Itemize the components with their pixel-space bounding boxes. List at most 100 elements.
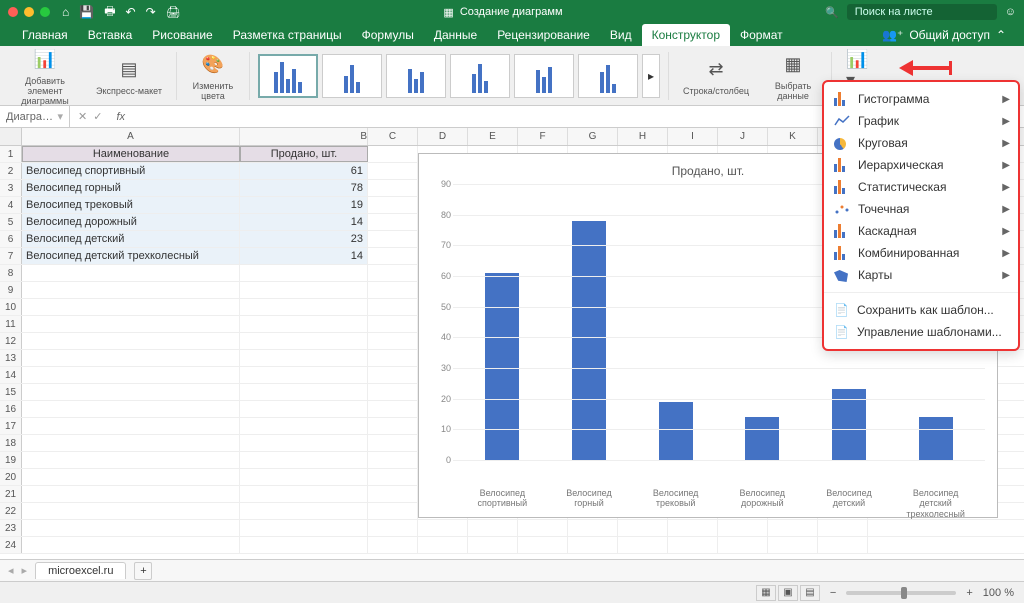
manage-templates-menu-item[interactable]: 📄Управление шаблонами...	[824, 321, 1018, 343]
cell[interactable]	[22, 520, 240, 536]
print-icon[interactable]: 🖶	[104, 2, 115, 23]
cell[interactable]	[240, 316, 368, 332]
chart-bar[interactable]	[572, 221, 606, 460]
cell[interactable]	[240, 367, 368, 383]
chart-type-menu-item[interactable]: Комбинированная▶	[824, 242, 1018, 264]
cell[interactable]	[22, 503, 240, 519]
search-input[interactable]: Поиск на листе	[847, 4, 997, 20]
cell[interactable]	[368, 299, 418, 315]
tab-insert[interactable]: Вставка	[78, 24, 143, 46]
row-header[interactable]: 24	[0, 537, 22, 553]
cell[interactable]	[368, 333, 418, 349]
row-header[interactable]: 7	[0, 248, 22, 264]
row-header[interactable]: 3	[0, 180, 22, 196]
chart-type-menu-item[interactable]: Карты▶	[824, 264, 1018, 286]
chart-type-menu-item[interactable]: Гистограмма▶	[824, 88, 1018, 110]
cell[interactable]	[368, 197, 418, 213]
cell[interactable]	[368, 282, 418, 298]
tab-home[interactable]: Главная	[12, 24, 78, 46]
cell[interactable]	[518, 520, 568, 536]
cell[interactable]	[368, 452, 418, 468]
cell[interactable]	[668, 537, 718, 553]
cell[interactable]	[240, 401, 368, 417]
cell[interactable]	[468, 520, 518, 536]
chart-style-4[interactable]	[450, 54, 510, 98]
zoom-level[interactable]: 100 %	[983, 587, 1014, 599]
chart-type-menu-item[interactable]: Иерархическая▶	[824, 154, 1018, 176]
cell[interactable]	[22, 265, 240, 281]
cell[interactable]	[22, 469, 240, 485]
row-header[interactable]: 8	[0, 265, 22, 281]
row-header[interactable]: 17	[0, 418, 22, 434]
tab-formulas[interactable]: Формулы	[352, 24, 424, 46]
cell[interactable]: Велосипед дорожный	[22, 214, 240, 230]
row-header[interactable]: 14	[0, 367, 22, 383]
cell[interactable]	[818, 537, 868, 553]
chart-style-1[interactable]	[258, 54, 318, 98]
cell[interactable]	[240, 486, 368, 502]
cell[interactable]	[368, 503, 418, 519]
col-header-d[interactable]: D	[418, 128, 468, 145]
cell[interactable]	[22, 435, 240, 451]
tab-format[interactable]: Формат	[730, 24, 793, 46]
cell[interactable]	[240, 333, 368, 349]
row-header[interactable]: 5	[0, 214, 22, 230]
cell[interactable]: Велосипед детский	[22, 231, 240, 247]
cell[interactable]	[22, 282, 240, 298]
cell[interactable]	[518, 537, 568, 553]
row-header[interactable]: 20	[0, 469, 22, 485]
cell[interactable]	[368, 163, 418, 179]
cell[interactable]	[240, 384, 368, 400]
col-header-j[interactable]: J	[718, 128, 768, 145]
view-page-break-button[interactable]: ▤	[800, 585, 820, 601]
cell[interactable]	[240, 265, 368, 281]
cell[interactable]	[368, 248, 418, 264]
view-normal-button[interactable]: ▦	[756, 585, 776, 601]
cell[interactable]: Велосипед спортивный	[22, 163, 240, 179]
home-icon[interactable]: ⌂	[62, 5, 69, 19]
row-header[interactable]: 18	[0, 435, 22, 451]
cell[interactable]	[368, 265, 418, 281]
row-header[interactable]: 2	[0, 163, 22, 179]
chart-bar[interactable]	[919, 417, 953, 460]
cell[interactable]	[240, 469, 368, 485]
select-all-corner[interactable]	[0, 128, 22, 145]
cell[interactable]: 14	[240, 248, 368, 264]
sheet-nav-first[interactable]: ◂	[8, 564, 14, 577]
cell[interactable]	[240, 435, 368, 451]
cell[interactable]	[22, 418, 240, 434]
tab-design[interactable]: Конструктор	[642, 24, 730, 46]
row-header[interactable]: 1	[0, 146, 22, 162]
cell[interactable]	[368, 367, 418, 383]
undo-icon[interactable]: ↶	[126, 5, 136, 19]
sheet-nav-prev[interactable]: ▸	[22, 564, 28, 577]
cancel-icon[interactable]: ✕	[78, 110, 87, 123]
col-header-b[interactable]: B	[240, 128, 368, 145]
cell[interactable]	[22, 299, 240, 315]
cell[interactable]	[22, 316, 240, 332]
printer-icon[interactable]: 🖨	[166, 5, 181, 19]
row-header[interactable]: 4	[0, 197, 22, 213]
cell[interactable]	[368, 401, 418, 417]
tab-draw[interactable]: Рисование	[142, 24, 222, 46]
cell[interactable]	[568, 537, 618, 553]
cell[interactable]	[618, 537, 668, 553]
switch-row-column-button[interactable]: ⇄ Строка/столбец	[677, 56, 755, 96]
cell[interactable]: 19	[240, 197, 368, 213]
chart-bar[interactable]	[485, 273, 519, 460]
cell[interactable]	[240, 520, 368, 536]
cell[interactable]	[368, 520, 418, 536]
cell[interactable]	[22, 367, 240, 383]
cell[interactable]	[22, 537, 240, 553]
cell[interactable]	[368, 316, 418, 332]
cell[interactable]: 14	[240, 214, 368, 230]
redo-icon[interactable]: ↷	[146, 5, 156, 19]
cell[interactable]	[818, 520, 868, 536]
cell[interactable]	[240, 452, 368, 468]
cell[interactable]: 61	[240, 163, 368, 179]
cell[interactable]	[768, 520, 818, 536]
cell[interactable]: Велосипед детский трехколесный	[22, 248, 240, 264]
tab-view[interactable]: Вид	[600, 24, 642, 46]
cell[interactable]	[22, 333, 240, 349]
cell[interactable]	[368, 214, 418, 230]
